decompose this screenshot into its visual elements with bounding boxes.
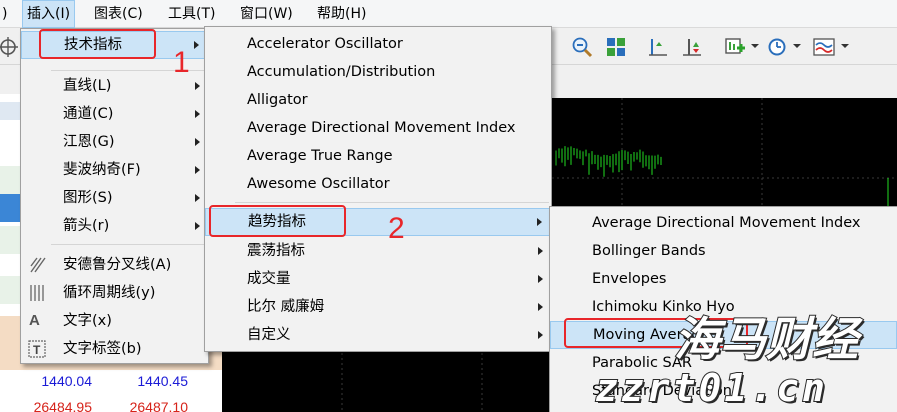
crosshair-icon[interactable] — [0, 33, 22, 61]
menu-item-label: 斐波纳奇(F) — [63, 162, 141, 178]
menu-item-bollinger-bands[interactable]: Bollinger Bands — [550, 237, 897, 265]
menu-bar: ) 插入(I) 图表(C) 工具(T) 窗口(W) 帮助(H) — [0, 0, 897, 28]
menu-item-bill-williams[interactable]: 比尔 威廉姆 — [205, 293, 551, 321]
menu-item-prev[interactable]: ) — [0, 0, 11, 28]
menu-item-label: 成交量 — [247, 271, 291, 287]
menu-item-label: 江恩(G) — [63, 134, 115, 150]
submenu-arrow-icon — [537, 218, 542, 226]
menu-item-text-label[interactable]: T 文字标签(b) — [21, 335, 208, 363]
submenu-arrow-icon — [195, 166, 200, 174]
watermark-title: 海马财经 — [673, 312, 859, 366]
menu-item-label: Average True Range — [247, 148, 393, 164]
quote-bid: 1440.04 — [41, 373, 92, 389]
tile-windows-icon[interactable] — [602, 33, 630, 61]
menu-item-help[interactable]: 帮助(H) — [313, 0, 370, 28]
menu-item-label: Average Directional Movement Index — [247, 120, 516, 136]
menu-item-label: Accelerator Oscillator — [247, 36, 403, 52]
menu-item-accumulation-distribution[interactable]: Accumulation/Distribution — [205, 58, 551, 86]
submenu-arrow-icon — [195, 138, 200, 146]
text-icon: A — [29, 312, 40, 329]
menu-item-label: 箭头(r) — [63, 218, 110, 234]
menu-item-label: 安德鲁分叉线(A) — [63, 257, 172, 273]
autoscroll-icon[interactable] — [678, 33, 706, 61]
submenu-arrow-icon — [538, 303, 543, 311]
menu-separator — [51, 244, 206, 245]
submenu-arrow-icon — [194, 41, 199, 49]
menu-item-alligator[interactable]: Alligator — [205, 86, 551, 114]
submenu-arrow-icon — [195, 82, 200, 90]
menu-item-cycle-lines[interactable]: 循环周期线(y) — [21, 279, 208, 307]
submenu-arrow-icon — [195, 110, 200, 118]
menu-item-label: 图形(S) — [63, 190, 113, 206]
menu-item-label: 自定义 — [247, 327, 291, 343]
menu-item-average-true-range[interactable]: Average True Range — [205, 142, 551, 170]
menu-item-label: Bollinger Bands — [592, 243, 706, 259]
menu-item-custom[interactable]: 自定义 — [205, 321, 551, 349]
menu-item-tools[interactable]: 工具(T) — [164, 0, 219, 28]
zoom-out-icon[interactable] — [568, 33, 596, 61]
menu-item-label: 文字(x) — [63, 313, 112, 329]
annotation-number-step1: 1 — [173, 46, 190, 79]
menu-item-gann[interactable]: 江恩(G) — [21, 128, 208, 156]
annotation-box-step2 — [209, 205, 346, 237]
menu-item-charts[interactable]: 图表(C) — [90, 0, 147, 28]
indicators-icon[interactable] — [720, 33, 748, 61]
watermark-url: zzrt01.cn — [594, 366, 828, 410]
indicators-dropdown-caret[interactable] — [751, 44, 759, 48]
submenu-arrow-icon — [195, 194, 200, 202]
menu-item-accelerator-oscillator[interactable]: Accelerator Oscillator — [205, 30, 551, 58]
menu-item-insert[interactable]: 插入(I) — [22, 0, 76, 28]
menu-item-label: 循环周期线(y) — [63, 285, 156, 301]
menu-item-andrews-pitchfork[interactable]: 安德鲁分叉线(A) — [21, 251, 208, 279]
menu-item-envelopes[interactable]: Envelopes — [550, 265, 897, 293]
menu-item-shapes[interactable]: 图形(S) — [21, 184, 208, 212]
menu-item-label: Alligator — [247, 92, 308, 108]
menu-item-trend-admi[interactable]: Average Directional Movement Index — [550, 209, 897, 237]
timeframes-dropdown-caret[interactable] — [793, 44, 801, 48]
menu-item-fibonacci[interactable]: 斐波纳奇(F) — [21, 156, 208, 184]
menu-item-label: Average Directional Movement Index — [592, 215, 861, 231]
menu-item-text[interactable]: A 文字(x) — [21, 307, 208, 335]
templates-icon[interactable] — [810, 33, 838, 61]
menu-item-label: 通道(C) — [63, 106, 114, 122]
technical-indicators-menu: Accelerator Oscillator Accumulation/Dist… — [204, 26, 552, 352]
timeframes-icon[interactable] — [763, 33, 791, 61]
menu-item-admi[interactable]: Average Directional Movement Index — [205, 114, 551, 142]
templates-dropdown-caret[interactable] — [841, 44, 849, 48]
menu-separator — [235, 202, 549, 203]
menu-item-arrows[interactable]: 箭头(r) — [21, 212, 208, 240]
menu-item-label: 震荡指标 — [247, 243, 305, 259]
quote-bid: 26484.95 — [33, 399, 92, 412]
menu-item-label: 比尔 威廉姆 — [247, 299, 325, 315]
submenu-arrow-icon — [538, 275, 543, 283]
submenu-arrow-icon — [538, 247, 543, 255]
annotation-number-step2: 2 — [388, 212, 405, 245]
quote-ask: 26487.10 — [129, 399, 188, 412]
menu-item-volumes[interactable]: 成交量 — [205, 265, 551, 293]
menu-item-label: 直线(L) — [63, 78, 112, 94]
menu-item-label: Awesome Oscillator — [247, 176, 390, 192]
menu-item-awesome-oscillator[interactable]: Awesome Oscillator — [205, 170, 551, 198]
annotation-box-step1 — [39, 29, 156, 59]
submenu-arrow-icon — [538, 331, 543, 339]
submenu-arrow-icon — [195, 222, 200, 230]
menu-item-channels[interactable]: 通道(C) — [21, 100, 208, 128]
menu-item-oscillators[interactable]: 震荡指标 — [205, 237, 551, 265]
menu-item-window[interactable]: 窗口(W) — [236, 0, 297, 28]
quote-ask: 1440.45 — [137, 373, 188, 389]
menu-item-label: 文字标签(b) — [63, 341, 142, 357]
svg-text:T: T — [33, 343, 41, 357]
menu-item-label: Accumulation/Distribution — [247, 64, 436, 80]
text-label-icon: T — [28, 340, 46, 368]
menu-item-label: Envelopes — [592, 271, 667, 287]
chart-shift-icon[interactable] — [644, 33, 672, 61]
